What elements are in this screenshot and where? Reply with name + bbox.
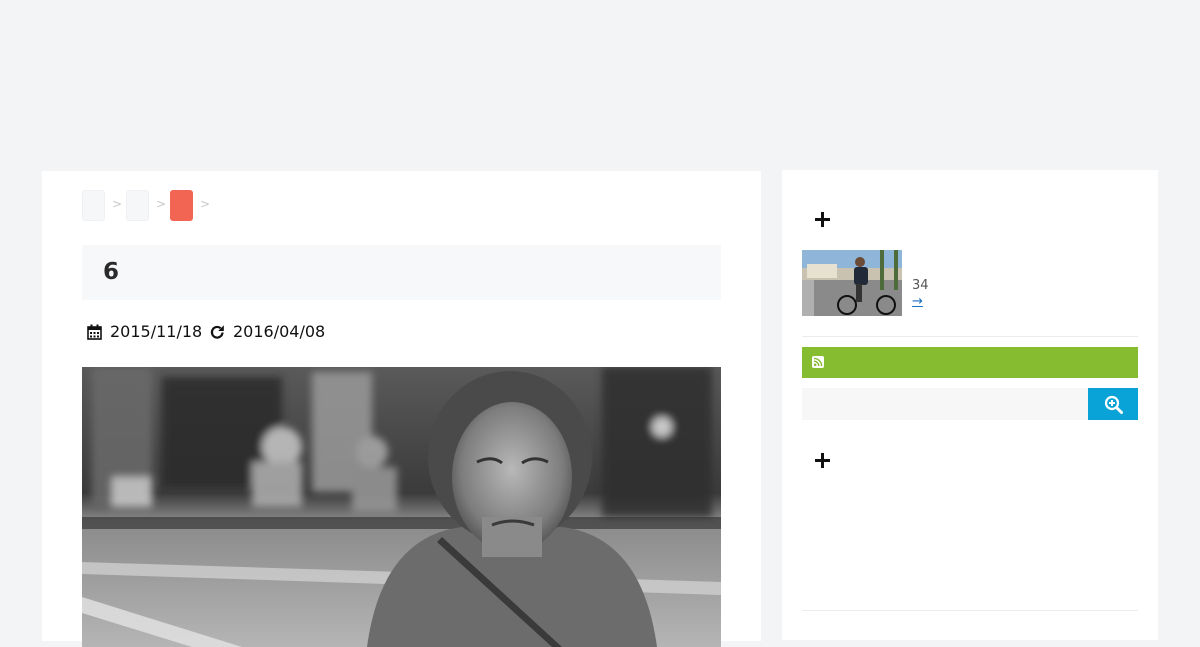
breadcrumb-item-home[interactable] <box>82 190 105 221</box>
calendar-icon <box>87 324 102 340</box>
article-title-box: 6 <box>82 245 721 300</box>
plus-icon <box>815 453 830 468</box>
divider <box>802 336 1138 337</box>
rss-feed-bar[interactable] <box>802 347 1138 378</box>
popular-post-count: 34 <box>912 278 929 293</box>
updated-date-text: 2016/04/08 <box>233 322 326 341</box>
breadcrumb-item-category[interactable] <box>126 190 149 221</box>
refresh-icon <box>210 325 224 339</box>
rss-icon <box>812 356 824 368</box>
divider <box>802 610 1138 611</box>
plus-icon <box>815 212 830 227</box>
popular-post-link[interactable]: → <box>912 294 923 309</box>
article-featured-image <box>82 367 721 647</box>
zoom-in-icon <box>1104 395 1123 414</box>
breadcrumb-separator: > <box>200 197 211 211</box>
breadcrumb-separator: > <box>156 197 167 211</box>
published-date-text: 2015/11/18 <box>110 322 203 341</box>
search-input[interactable] <box>802 388 1088 420</box>
sidebar: 34 → <box>782 170 1158 640</box>
article-title: 6 <box>103 259 120 285</box>
search-button[interactable] <box>1088 388 1138 420</box>
breadcrumb-separator: > <box>112 197 123 211</box>
main-content: > > > 6 2015/11/18 2016/04/08 <box>42 171 761 647</box>
popular-post-thumbnail[interactable] <box>802 250 902 316</box>
breadcrumb-item-current[interactable] <box>170 190 193 221</box>
